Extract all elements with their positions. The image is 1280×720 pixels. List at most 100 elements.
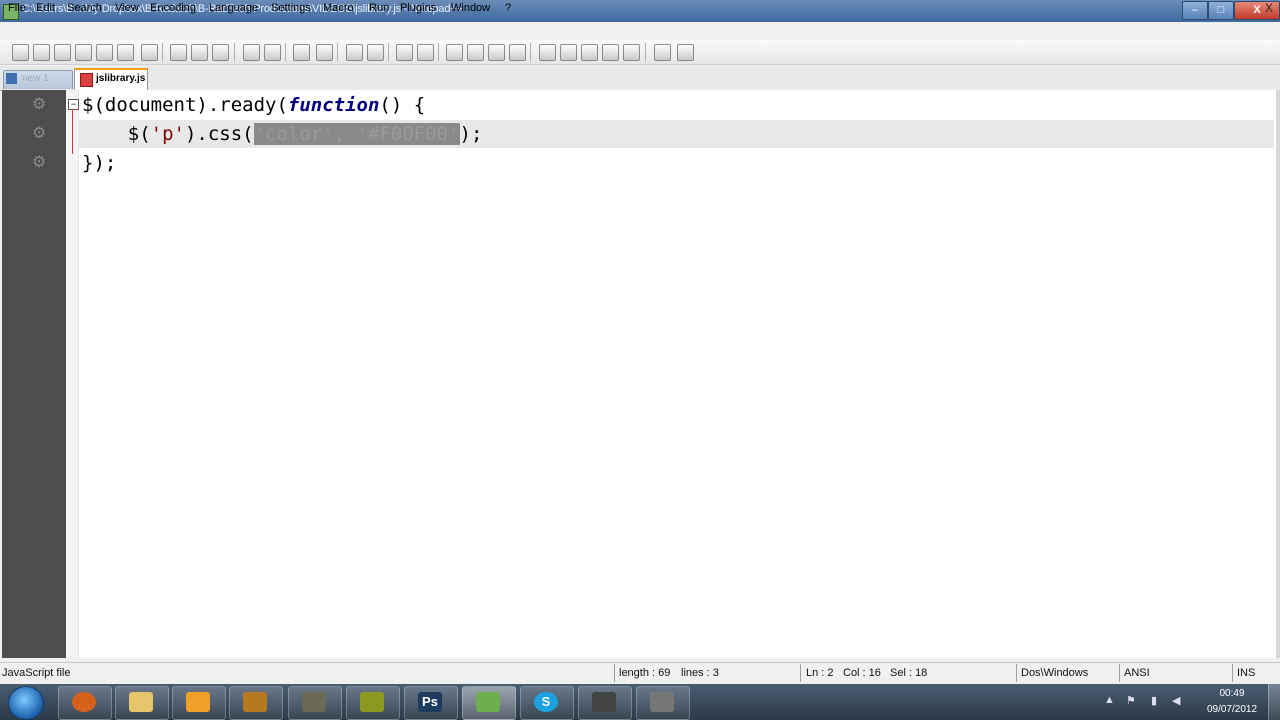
menu-window[interactable]: Window [451, 2, 490, 14]
indent-guide-icon[interactable] [488, 44, 505, 61]
toolbar-separator [285, 43, 286, 61]
spell-check-icon[interactable] [677, 44, 694, 61]
action-center-icon[interactable]: ⚑ [1126, 694, 1136, 707]
fold-line [72, 109, 73, 154]
network-icon[interactable]: ▮ [1151, 694, 1157, 707]
toolbar-separator [645, 43, 646, 61]
record-macro-icon[interactable] [539, 44, 556, 61]
app-icon [360, 692, 384, 712]
menu-plugins[interactable]: Plugins [400, 2, 436, 14]
skype-icon: S [534, 692, 558, 712]
status-file-type: JavaScript file [2, 667, 71, 679]
zoom-out-icon[interactable] [367, 44, 384, 61]
paste-icon[interactable] [212, 44, 229, 61]
volume-icon[interactable]: ◀ [1172, 694, 1180, 707]
fold-toggle-icon[interactable]: − [68, 99, 79, 110]
menu-language[interactable]: Language [209, 2, 258, 14]
firefox-icon [72, 692, 96, 712]
code-token: $(document).ready( [82, 94, 288, 116]
toolbar-separator [337, 43, 338, 61]
close-all-icon[interactable] [117, 44, 134, 61]
menu-view[interactable]: View [115, 2, 139, 14]
launch-browser-icon[interactable] [654, 44, 671, 61]
replace-icon[interactable] [316, 44, 333, 61]
menu-settings[interactable]: Settings [271, 2, 311, 14]
word-wrap-icon[interactable] [446, 44, 463, 61]
toolbar-separator [234, 43, 235, 61]
code-line-2[interactable]: $('p').css('color', '#F00F00'); [82, 122, 482, 146]
close-document-button[interactable]: X [1265, 1, 1273, 15]
clock-date[interactable]: 09/07/2012 [1200, 704, 1264, 715]
string-token: '#F00F00' [356, 123, 460, 145]
menu-search[interactable]: Search [67, 2, 102, 14]
new-file-icon[interactable] [12, 44, 29, 61]
run-macro-multiple-icon[interactable] [602, 44, 619, 61]
menu-file[interactable]: File [8, 2, 26, 14]
sync-horizontal-icon[interactable] [417, 44, 434, 61]
undo-icon[interactable] [243, 44, 260, 61]
open-file-icon[interactable] [33, 44, 50, 61]
menu-macro[interactable]: Macro [323, 2, 354, 14]
close-button[interactable]: X [1234, 1, 1280, 20]
clock-time[interactable]: 00:49 [1212, 688, 1252, 699]
toolbar-separator [438, 43, 439, 61]
find-icon[interactable] [293, 44, 310, 61]
print-icon[interactable] [141, 44, 158, 61]
status-length: length : 69 [619, 667, 671, 679]
save-macro-icon[interactable] [623, 44, 640, 61]
save-icon[interactable] [54, 44, 71, 61]
selected-text: 'color', '#F00F00' [253, 123, 460, 145]
menu-run[interactable]: Run [369, 2, 389, 14]
outlook-icon [186, 692, 210, 712]
show-desktop-button[interactable] [1268, 684, 1280, 720]
status-separator [800, 664, 801, 682]
string-token: 'p' [150, 123, 185, 145]
status-line: Ln : 2 [806, 667, 834, 679]
minimize-button[interactable]: – [1182, 1, 1208, 20]
close-file-icon[interactable] [96, 44, 113, 61]
cut-icon[interactable] [170, 44, 187, 61]
save-all-icon[interactable] [75, 44, 92, 61]
vertical-scrollbar[interactable] [1276, 90, 1280, 658]
code-token: ).css( [184, 123, 254, 145]
status-separator [614, 664, 615, 682]
play-macro-icon[interactable] [581, 44, 598, 61]
menu-encoding[interactable]: Encoding [150, 2, 196, 14]
code-line-1[interactable]: $(document).ready(function() { [82, 93, 425, 117]
code-token: () { [379, 94, 426, 116]
tab-label: jslibrary.js [96, 73, 146, 84]
status-separator [1119, 664, 1120, 682]
maximize-button[interactable]: □ [1208, 1, 1234, 20]
code-token: }); [82, 152, 117, 174]
code-token: ); [459, 123, 483, 145]
redo-icon[interactable] [264, 44, 281, 61]
bookmark-icon: ⚙ [31, 96, 47, 113]
code-line-3[interactable]: }); [82, 151, 116, 175]
menu-help[interactable]: ? [505, 2, 511, 14]
toolbar-separator [162, 43, 163, 61]
fold-margin [66, 90, 79, 658]
menu-edit[interactable]: Edit [36, 2, 55, 14]
stop-macro-icon[interactable] [560, 44, 577, 61]
code-token: $( [82, 123, 151, 145]
copy-icon[interactable] [191, 44, 208, 61]
toolbar-separator [388, 43, 389, 61]
file-saved-icon [6, 73, 17, 84]
code-token: , [333, 123, 357, 145]
status-separator [1016, 664, 1017, 682]
line-number-gutter [2, 90, 66, 658]
zoom-in-icon[interactable] [346, 44, 363, 61]
user-language-icon[interactable] [509, 44, 526, 61]
keyword-token: function [287, 94, 380, 116]
tray-expand-icon[interactable]: ▲ [1104, 694, 1115, 706]
status-insert-mode: INS [1237, 667, 1256, 679]
show-all-chars-icon[interactable] [467, 44, 484, 61]
app-icon [302, 692, 326, 712]
notepad-plus-plus-icon [476, 692, 500, 712]
folder-icon [129, 692, 153, 712]
app-icon [592, 692, 616, 712]
code-editor[interactable] [2, 90, 1278, 658]
start-button[interactable] [8, 686, 44, 720]
status-encoding: ANSI [1124, 667, 1150, 679]
sync-vertical-icon[interactable] [396, 44, 413, 61]
